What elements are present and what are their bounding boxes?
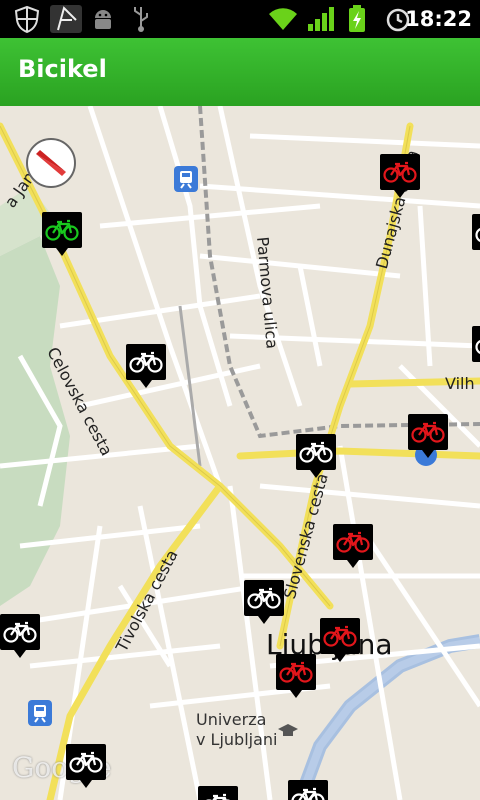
train-station-icon[interactable] <box>28 700 52 726</box>
bicycle-icon <box>320 618 360 654</box>
battery-charging-icon <box>346 5 368 33</box>
graduation-cap-icon <box>278 723 298 742</box>
map-view[interactable]: a Jami Celovska cesta Tivolska cesta Slo… <box>0 106 480 800</box>
bike-station-marker[interactable] <box>472 214 480 258</box>
marker-pointer <box>394 190 406 198</box>
marker-pointer <box>347 560 359 568</box>
bike-station-marker[interactable] <box>0 614 71 658</box>
bike-station-marker[interactable] <box>380 154 451 198</box>
university-line-2: v Ljubljani <box>196 730 278 749</box>
bicycle-icon <box>42 212 82 248</box>
status-bar: 18:22 <box>0 0 480 38</box>
bicycle-icon <box>472 214 480 250</box>
bike-station-marker[interactable] <box>333 524 404 568</box>
bicycle-icon <box>0 614 40 650</box>
bike-station-marker[interactable] <box>408 414 479 458</box>
marker-pointer <box>56 248 68 256</box>
university-line-1: Univerza <box>196 710 267 729</box>
bicycle-icon <box>296 434 336 470</box>
bike-station-marker[interactable] <box>276 654 347 698</box>
android-icon <box>88 5 118 33</box>
bike-station-marker[interactable] <box>66 744 137 788</box>
bike-station-marker[interactable] <box>244 580 315 624</box>
status-time: 18:22 <box>405 7 472 31</box>
bike-station-marker[interactable] <box>296 434 367 478</box>
marker-pointer <box>290 690 302 698</box>
bicycle-icon <box>380 154 420 190</box>
bicycle-icon <box>333 524 373 560</box>
app-title: Bicikel <box>18 55 107 83</box>
music-icon <box>50 5 82 33</box>
bike-station-marker[interactable] <box>472 326 480 370</box>
bicycle-icon <box>198 786 238 800</box>
marker-pointer <box>80 780 92 788</box>
bicycle-icon <box>408 414 448 450</box>
app-title-bar: Bicikel <box>0 38 480 106</box>
shield-icon <box>12 5 42 33</box>
bike-station-marker[interactable] <box>126 344 197 388</box>
train-station-icon[interactable] <box>174 166 198 192</box>
usb-icon <box>126 5 156 33</box>
bicycle-icon <box>472 326 480 362</box>
university-label: Univerza v Ljubljani <box>196 710 278 750</box>
marker-pointer <box>258 616 270 624</box>
bicycle-icon <box>126 344 166 380</box>
marker-pointer <box>14 650 26 658</box>
wifi-icon <box>266 5 300 33</box>
marker-pointer <box>310 470 322 478</box>
compass-icon[interactable] <box>26 138 76 188</box>
bike-station-marker[interactable] <box>198 786 238 800</box>
bicycle-icon <box>66 744 106 780</box>
bike-station-marker[interactable] <box>42 212 113 256</box>
bike-station-marker[interactable] <box>320 618 391 662</box>
marker-pointer <box>140 380 152 388</box>
marker-pointer <box>334 654 346 662</box>
bicycle-icon <box>276 654 316 690</box>
signal-icon <box>306 5 336 33</box>
street-label-vilh: Vilh <box>445 374 475 393</box>
bike-station-marker[interactable] <box>288 780 328 800</box>
marker-pointer <box>422 450 434 458</box>
bicycle-icon <box>244 580 284 616</box>
bicycle-icon <box>288 780 328 800</box>
